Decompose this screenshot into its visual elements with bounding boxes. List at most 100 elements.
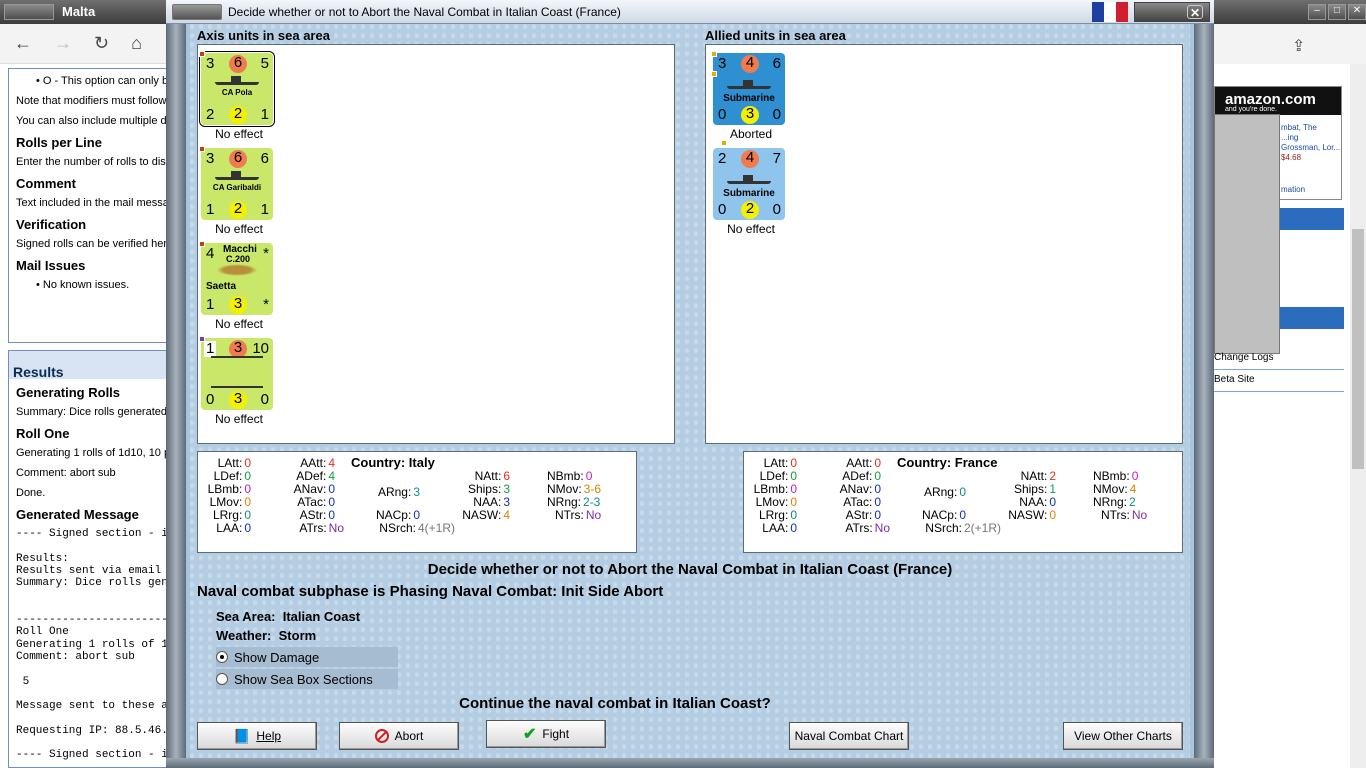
axis-units-title: Axis units in sea area: [197, 28, 330, 43]
stat-nasw: NASW: 4: [462, 508, 510, 522]
unit-counter[interactable]: 3 4 6 Submarine 0 3 0: [711, 51, 785, 125]
fight-button[interactable]: ✔ Fight: [486, 720, 606, 748]
stat-natt: NAtt: 6: [474, 469, 510, 483]
reload-icon[interactable]: ↻: [94, 33, 109, 54]
unit-counter[interactable]: 3 6 5 CA Pola 2 2 1: [199, 51, 275, 127]
unit-counter[interactable]: 3 6 6 CA Garibaldi 1 2 1: [199, 146, 273, 220]
stat-ships: Ships: 3: [467, 482, 510, 496]
unit-ca-pola[interactable]: 3 6 5 CA Pola 2 2 1 No effect: [199, 51, 275, 141]
unit-ca-garibaldi[interactable]: 3 6 6 CA Garibaldi 1 2 1 No effect: [199, 146, 275, 236]
radio-selected-icon[interactable]: [216, 651, 228, 663]
counter-value: 3: [229, 296, 247, 314]
stat-lmov: LMov: 0: [209, 495, 251, 509]
marker-icon: [711, 51, 717, 57]
help-text: Signed rolls can be verified her: [16, 238, 168, 250]
stat-atrs: ATrs: No: [299, 521, 344, 535]
submarine-icon: [727, 174, 771, 184]
unit-submarine-1[interactable]: 3 4 6 Submarine 0 3 0 Aborted: [711, 51, 787, 141]
fighter-plane-icon: [213, 263, 261, 277]
stat-latt: LAtt: 0: [217, 456, 251, 470]
button-label: Naval Combat Chart: [794, 729, 904, 743]
stat-aatt: AAtt: 0: [846, 456, 881, 470]
list-item[interactable]: [1280, 307, 1344, 329]
stat-nacp: NACp: 0: [375, 508, 420, 522]
naval-combat-chart-button[interactable]: Naval Combat Chart: [789, 722, 909, 750]
list-item[interactable]: Change Logs: [1212, 348, 1344, 370]
counter-value: 4: [741, 55, 759, 73]
stat-naa: NAA: 3: [473, 495, 510, 509]
titlebar-controls: ✕: [1134, 2, 1210, 22]
view-other-charts-button[interactable]: View Other Charts: [1063, 722, 1183, 750]
stat-lbmb: LBmb: 0: [207, 482, 251, 496]
counter-value: 2: [741, 201, 759, 219]
unit-submarine-2[interactable]: 2 4 7 Submarine 0 2 0 No effect: [713, 140, 787, 236]
close-icon[interactable]: ✕: [1187, 5, 1203, 20]
stat-aatt: AAtt: 4: [300, 456, 335, 470]
stat-arng: ARng: 0: [923, 485, 966, 499]
counter-value: 1: [206, 296, 215, 313]
dialog-titlebar: Decide whether or not to Abort the Naval…: [166, 0, 1214, 24]
radio-unselected-icon[interactable]: [216, 673, 228, 685]
button-label: Abort: [394, 729, 424, 743]
counter-value: 4: [741, 150, 759, 168]
decision-heading: Decide whether or not to Abort the Naval…: [427, 561, 953, 578]
unit-status: No effect: [215, 222, 263, 236]
home-icon[interactable]: ⌂: [131, 33, 142, 54]
unit-name: Submarine: [723, 93, 775, 104]
counter-value: 7: [772, 150, 781, 167]
unit-convoy[interactable]: 1 3 10 0 3 0 No effect: [199, 336, 275, 426]
frame-right: [1194, 24, 1214, 768]
marker-icon: [199, 146, 205, 152]
unit-counter[interactable]: 1 3 10 0 3 0: [199, 336, 273, 410]
axis-units-box: 3 6 5 CA Pola 2 2 1 No effect 3 6 6 CA G…: [197, 44, 675, 444]
unit-status: No effect: [215, 127, 263, 141]
counter-value: 2: [229, 201, 247, 219]
unit-name: Saetta: [206, 281, 237, 292]
stat-laa: LAA: 0: [216, 521, 251, 535]
stat-lmov: LMov: 0: [755, 495, 797, 509]
window-menu-button[interactable]: [4, 4, 54, 20]
radio-label: Show Sea Box Sections: [234, 671, 373, 687]
show-damage-radio[interactable]: Show Damage: [216, 647, 398, 667]
minimize-button[interactable]: –: [1308, 4, 1326, 20]
maximize-button[interactable]: □: [1328, 4, 1346, 20]
stat-ldef: LDef: 0: [759, 469, 797, 483]
scrollbar-thumb[interactable]: [1352, 229, 1364, 469]
share-icon[interactable]: ⇪: [1292, 38, 1305, 55]
unit-status: No effect: [215, 412, 263, 426]
scrollbar[interactable]: [1350, 64, 1366, 768]
back-arrow-icon[interactable]: ←: [14, 33, 32, 54]
list-item[interactable]: Beta Site: [1212, 370, 1344, 392]
stat-adef: ADef: 4: [296, 469, 335, 483]
weather-info: Weather: Storm: [216, 628, 317, 643]
section-heading: Generated Message: [16, 507, 139, 522]
dialog-content: Axis units in sea area Allied units in s…: [190, 24, 1190, 758]
stat-nmov: NMov: 3-6: [547, 482, 602, 496]
axis-stats-box: LAtt: 0 LDef: 0 LBmb: 0 LMov: 0 LRrg: 0 LAA: 0…: [197, 451, 637, 553]
show-sea-box-sections-radio[interactable]: Show Sea Box Sections: [216, 669, 398, 689]
stat-nmov: NMov: 4: [1093, 482, 1137, 496]
unit-macchi-c200[interactable]: 4 Macchi C.200 * Saetta 1 3 * No effect: [199, 241, 275, 331]
abort-naval-combat-dialog: Decide whether or not to Abort the Naval…: [166, 0, 1214, 768]
counter-value: 1: [204, 340, 217, 357]
counter-value: *: [263, 245, 269, 262]
close-button[interactable]: ✕: [1348, 4, 1366, 20]
marker-icon: [711, 71, 717, 77]
unit-counter[interactable]: 2 4 7 Submarine 0 2 0: [713, 140, 785, 220]
forward-arrow-icon[interactable]: →: [54, 33, 72, 54]
abort-button[interactable]: Abort: [339, 722, 459, 750]
stat-atrs: ATrs: No: [845, 521, 890, 535]
list-item[interactable]: [1280, 208, 1344, 230]
result-text: Done.: [16, 487, 46, 499]
list-item: • O - This option can only b: [36, 75, 169, 87]
counter-value: 6: [229, 150, 247, 168]
window-menu-button[interactable]: [172, 4, 222, 20]
stat-lrrg: LRrg: 0: [212, 508, 251, 522]
browser-title: Malta: [62, 4, 96, 19]
unit-counter[interactable]: 4 Macchi C.200 * Saetta 1 3 *: [199, 241, 273, 315]
stat-nsrch: NSrch: 4(+1R): [379, 521, 455, 535]
flag-stripe: [1116, 2, 1128, 22]
help-button[interactable]: 📘 Help: [197, 722, 317, 750]
stat-anav: ANav: 0: [839, 482, 881, 496]
list-item: • No known issues.: [36, 279, 130, 291]
